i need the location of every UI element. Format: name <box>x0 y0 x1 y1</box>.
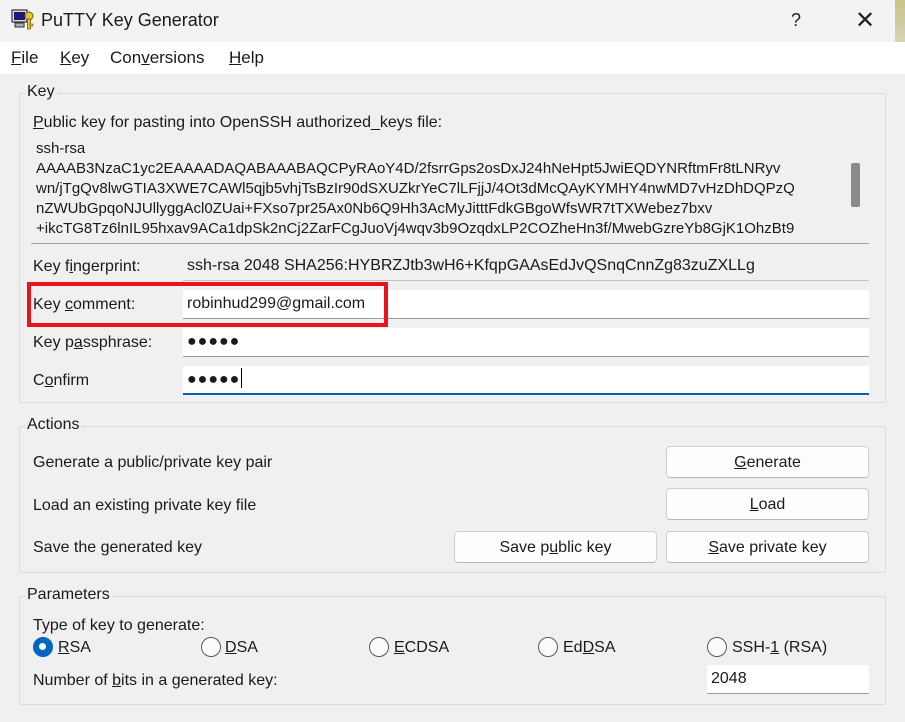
window-title: PuTTY Key Generator <box>41 10 219 30</box>
parameters-group-title: Parameters <box>25 586 112 604</box>
load-button[interactable]: Load <box>666 488 869 520</box>
public-key-text: ssh-rsa AAAAB3NzaC1yc2EAAAADAQABAAABAQCP… <box>36 140 795 237</box>
text-caret <box>241 368 243 388</box>
bits-label: Number of bits in a generated key: <box>33 672 278 689</box>
public-key-scrollbar[interactable] <box>851 163 860 207</box>
close-button[interactable]: ✕ <box>835 0 895 40</box>
load-label: Load an existing private key file <box>33 497 257 514</box>
key-group-title: Key <box>25 83 57 101</box>
radio-ssh1-rsa[interactable] <box>707 637 727 657</box>
radio-ecdsa[interactable] <box>369 637 389 657</box>
public-key-label: Public key for pasting into OpenSSH auth… <box>33 114 443 131</box>
radio-rsa-label[interactable]: RSA <box>58 639 91 657</box>
help-button[interactable]: ? <box>766 0 826 40</box>
menu-file[interactable]: File <box>11 48 38 68</box>
radio-rsa[interactable] <box>33 637 53 657</box>
radio-dsa-label[interactable]: DSA <box>225 639 258 657</box>
save-label: Save the generated key <box>33 539 203 556</box>
save-private-key-button[interactable]: Save private key <box>666 531 869 563</box>
save-public-key-button[interactable]: Save public key <box>454 531 657 563</box>
key-type-label: Type of key to generate: <box>33 617 205 634</box>
menu-bar: File Key Conversions Help <box>0 42 905 74</box>
putty-keygen-icon <box>11 9 34 30</box>
passphrase-label: Key passphrase: <box>33 334 153 351</box>
menu-conversions[interactable]: Conversions <box>110 48 205 68</box>
radio-eddsa-label[interactable]: EdDSA <box>563 639 615 657</box>
radio-dsa[interactable] <box>201 637 221 657</box>
confirm-passphrase-field[interactable]: ●●●●● <box>183 366 869 395</box>
radio-ssh1-rsa-label[interactable]: SSH-1 (RSA) <box>732 639 827 657</box>
confirm-label: Confirm <box>33 372 90 389</box>
fingerprint-field[interactable]: ssh-rsa 2048 SHA256:HYBRZJtb3wH6+KfqpGAA… <box>183 252 869 281</box>
passphrase-field[interactable]: ●●●●● <box>183 328 869 357</box>
generate-button[interactable]: Generate <box>666 446 869 478</box>
menu-help[interactable]: Help <box>229 48 264 68</box>
actions-group-title: Actions <box>25 416 82 434</box>
public-key-textbox[interactable]: ssh-rsa AAAAB3NzaC1yc2EAAAADAQABAAABAQCP… <box>31 135 869 244</box>
generate-label: Generate a public/private key pair <box>33 454 273 471</box>
key-comment-highlight <box>27 282 388 327</box>
menu-key[interactable]: Key <box>60 48 89 68</box>
bits-field[interactable]: 2048 <box>707 665 869 694</box>
fingerprint-label: Key fingerprint: <box>33 258 141 275</box>
radio-ecdsa-label[interactable]: ECDSA <box>394 639 449 657</box>
radio-eddsa[interactable] <box>538 637 558 657</box>
title-bar: PuTTY Key Generator ? ✕ <box>0 0 905 42</box>
confirm-value: ●●●●● <box>187 371 241 388</box>
